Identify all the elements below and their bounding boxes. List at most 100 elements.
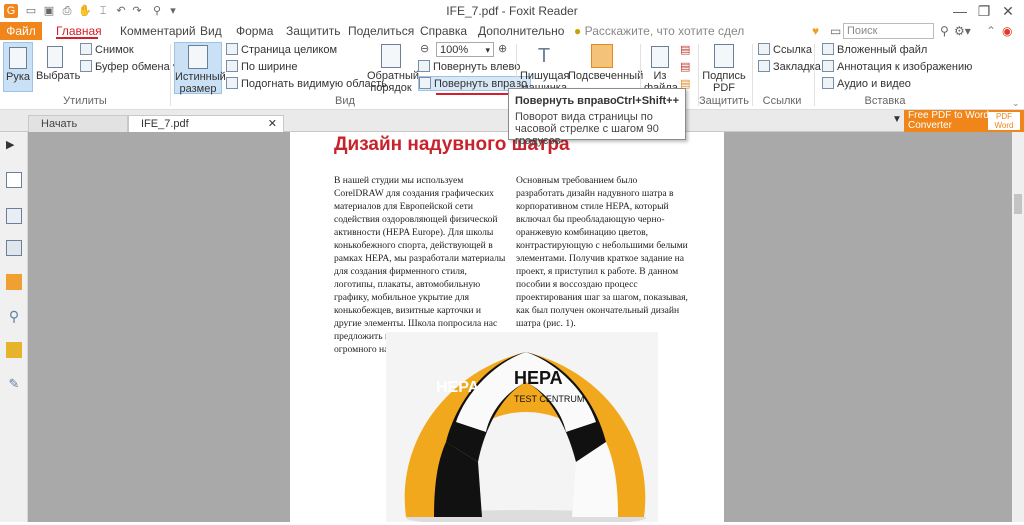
highlight-button[interactable]: Подсвеченный <box>568 42 643 92</box>
vertical-scrollbar[interactable] <box>1012 132 1024 522</box>
restore-button[interactable]: ❐ <box>974 2 994 20</box>
foxit-icon[interactable]: ◉ <box>994 22 1020 40</box>
reflow-label-1: Обратный <box>367 70 420 82</box>
attachments-icon[interactable]: ⚲ <box>6 308 22 324</box>
zoom-out-icon[interactable]: ⊖ <box>420 42 429 57</box>
reflow-button[interactable]: Обратный порядок <box>367 42 419 94</box>
export-pdf-icon[interactable]: ▤ <box>680 60 690 75</box>
fit-visible-button[interactable]: Подогнать видимую область <box>226 77 387 92</box>
rotate-right-underline <box>436 93 510 95</box>
security-icon[interactable] <box>6 342 22 358</box>
from-file-button[interactable]: Из файла <box>644 42 678 94</box>
bookmark-button[interactable]: Закладка <box>758 60 821 75</box>
close-tab-icon[interactable]: ✕ <box>268 116 277 132</box>
rotate-left-button[interactable]: Повернуть влево <box>418 60 520 75</box>
comments-icon[interactable] <box>6 274 22 290</box>
zoom-in-icon[interactable]: ⊕ <box>498 42 507 57</box>
tab-form[interactable]: Форма <box>228 22 281 40</box>
fit-visible-icon <box>226 77 238 89</box>
tab-view[interactable]: Вид <box>192 22 230 40</box>
fit-width-label: По ширине <box>241 61 298 73</box>
rotate-left-label: Повернуть влево <box>433 61 521 73</box>
tent-brand-left: HEPA <box>436 379 480 396</box>
text-column-right: Основным требованием было разработать ди… <box>516 175 688 329</box>
select-label: Выбрать <box>36 70 81 82</box>
text-column-left: В нашей студии мы используем CorelDRAW д… <box>334 175 506 355</box>
clipboard-button[interactable]: Буфер обмена ▾ <box>80 60 178 75</box>
fit-page-button[interactable]: Страница целиком <box>226 43 337 58</box>
chevron-down-icon: ▾ <box>485 45 490 55</box>
hand-button[interactable]: Рука <box>3 42 33 92</box>
typewriter-icon: T <box>537 45 551 67</box>
bookmarks-icon[interactable] <box>6 172 22 188</box>
promo-badge: PDF Word <box>988 112 1020 130</box>
tab-document[interactable]: IFE_7.pdf ✕ <box>128 115 284 132</box>
rotate-left-icon <box>418 60 430 72</box>
tooltip-description: Поворот вида страницы по часовой стрелке… <box>515 111 659 147</box>
tab-share[interactable]: Поделиться <box>340 22 422 40</box>
fit-page-label: Страница целиком <box>241 44 338 56</box>
tab-list-dropdown-icon[interactable]: ▼ <box>892 114 902 125</box>
zoom-select[interactable]: 100% ▾ <box>436 42 494 57</box>
rotate-right-icon <box>419 77 431 89</box>
tab-help[interactable]: Справка <box>412 22 475 40</box>
pages-icon[interactable] <box>6 208 22 224</box>
tab-extra[interactable]: Дополнительно <box>470 22 572 40</box>
tab-comment[interactable]: Комментарий <box>112 22 204 40</box>
tab-start-label: Начать <box>41 118 78 130</box>
clipboard-label: Буфер обмена <box>95 61 170 73</box>
group-links-label: Ссылки <box>762 95 802 107</box>
tell-me-search[interactable]: ● Расскажите, что хотите сдел <box>566 22 752 40</box>
group-tools-label: Утилиты <box>63 95 107 107</box>
highlight-icon <box>591 44 613 68</box>
tab-file[interactable]: Файл <box>0 22 42 40</box>
signature-icon <box>714 44 734 68</box>
bookmark-icon <box>758 60 770 72</box>
scroll-thumb[interactable] <box>1014 194 1022 214</box>
actual-size-label-2: размер <box>179 83 217 95</box>
link-button[interactable]: Ссылка <box>758 43 812 58</box>
minimize-button[interactable]: — <box>950 2 970 20</box>
select-button[interactable]: Выбрать <box>36 42 80 92</box>
image-annotation-label: Аннотация к изображению <box>837 61 973 73</box>
group-insert-label: Вставка <box>864 95 906 107</box>
expand-panel-icon[interactable]: ▶ <box>6 138 22 154</box>
sign-label-2: PDF <box>713 82 735 94</box>
attachment-icon <box>822 43 834 55</box>
settings-icon[interactable]: ⚙▾ <box>946 22 979 40</box>
snapshot-button[interactable]: Снимок <box>80 43 134 58</box>
sign-pdf-button[interactable]: Подпись PDF <box>702 42 746 94</box>
hand-icon <box>9 47 27 69</box>
fit-visible-label: Подогнать видимую область <box>241 78 387 90</box>
separator <box>170 44 171 106</box>
tent-graphic: HEPA HEPA TEST CENTRUM <box>404 352 646 525</box>
audio-video-button[interactable]: Аудио и видео <box>822 77 911 92</box>
search-input[interactable]: Поиск <box>843 23 934 39</box>
attached-file-label: Вложенный файл <box>837 44 928 56</box>
pdf-page: Дизайн надувного шатра В нашей студии мы… <box>290 132 724 525</box>
layers-icon[interactable] <box>6 240 22 256</box>
reflow-label-2: порядок <box>370 82 412 94</box>
create-pdf-icon[interactable]: ▤ <box>680 43 690 58</box>
audio-video-label: Аудио и видео <box>837 78 911 90</box>
typewriter-button[interactable]: T Пишущая машинка <box>520 42 570 94</box>
tell-me-label: Расскажите, что хотите сдел <box>584 24 745 38</box>
promo-banner[interactable]: Free PDF to Word Converter PDF Word <box>904 110 1024 132</box>
expand-ribbon-icon[interactable]: ⌄ <box>1012 96 1020 111</box>
typewriter-label-1: Пишущая <box>520 70 570 82</box>
close-button[interactable]: ✕ <box>998 2 1018 20</box>
image-icon <box>822 60 834 72</box>
actual-size-button[interactable]: Истинный размер <box>174 42 226 95</box>
group-protect-label: Защитить <box>699 95 749 107</box>
image-annotation-button[interactable]: Аннотация к изображению <box>822 60 972 75</box>
link-label: Ссылка <box>773 44 812 56</box>
attached-file-button[interactable]: Вложенный файл <box>822 43 927 58</box>
tab-protect[interactable]: Защитить <box>278 22 348 40</box>
fit-width-button[interactable]: По ширине <box>226 60 298 75</box>
signatures-icon[interactable]: ✎ <box>6 376 22 392</box>
select-text-icon <box>47 46 63 68</box>
window-title: IFE_7.pdf - Foxit Reader <box>446 4 578 18</box>
lightbulb-icon: ● <box>574 24 582 38</box>
zoom-value: 100% <box>440 44 469 56</box>
tab-start[interactable]: Начать <box>28 115 128 132</box>
